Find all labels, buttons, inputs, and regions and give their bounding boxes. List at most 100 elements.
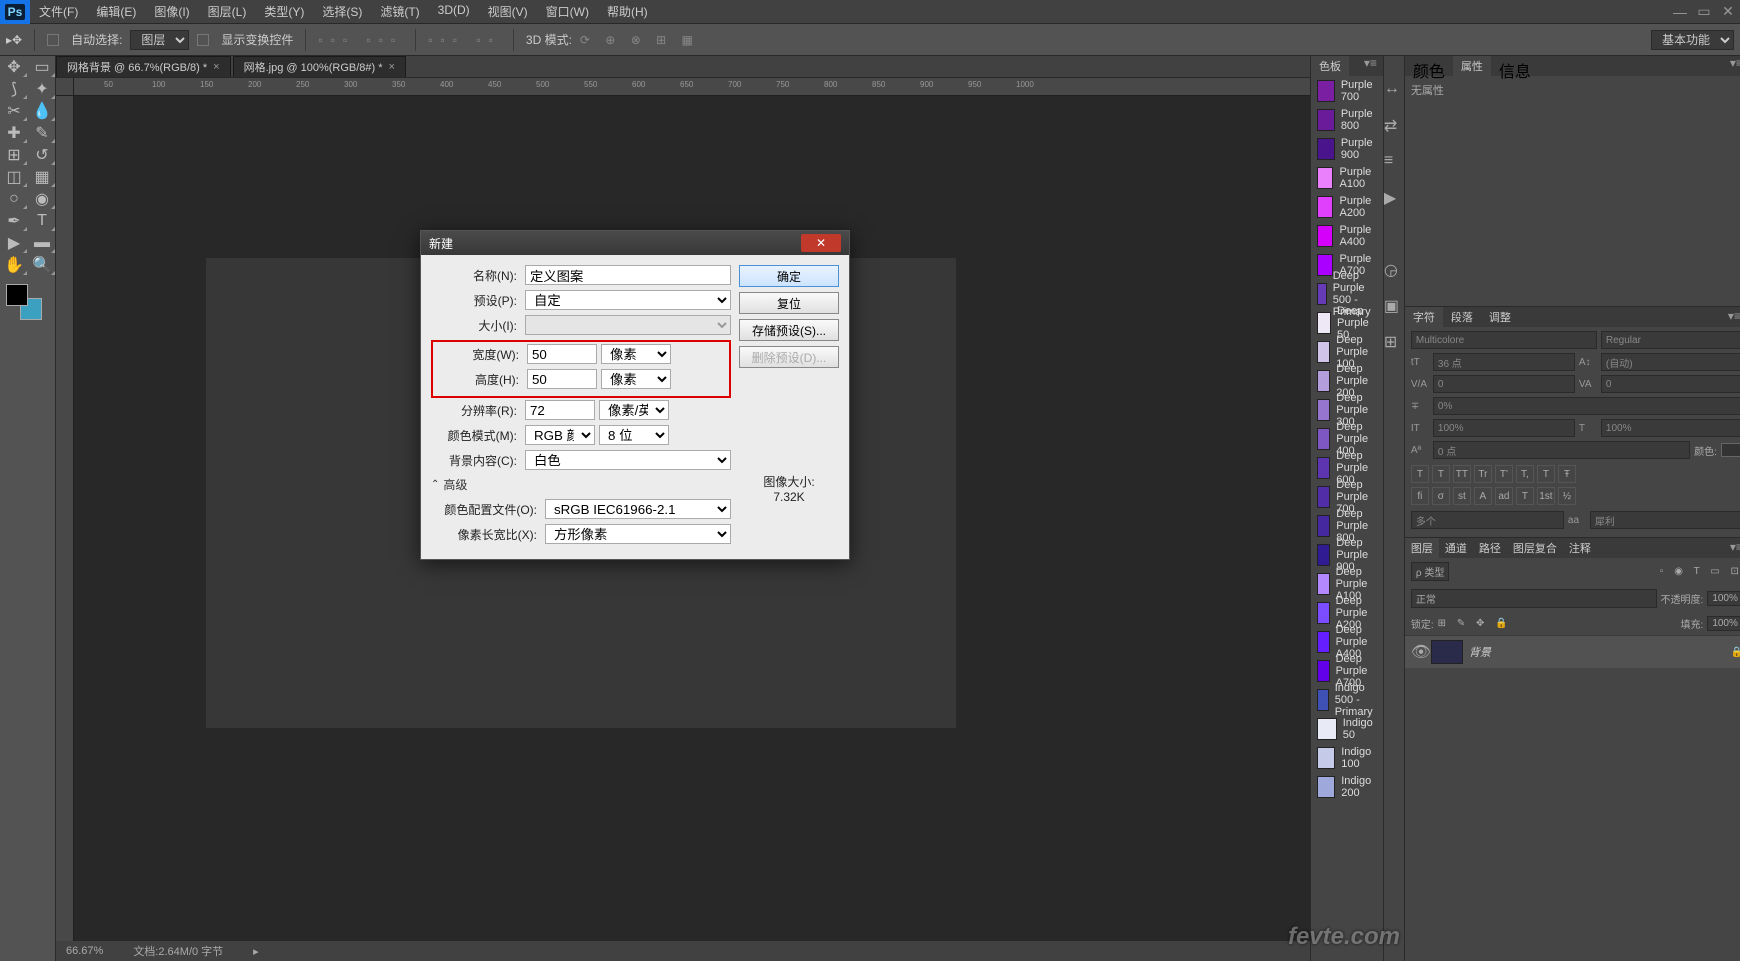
doc-size[interactable]: 文档:2.64M/0 字节: [133, 943, 223, 959]
aa-method-select[interactable]: [1590, 511, 1740, 529]
maximize-button[interactable]: ▭: [1692, 0, 1716, 24]
lasso-tool[interactable]: ⟆: [0, 78, 28, 100]
foreground-color[interactable]: [6, 284, 28, 306]
color-mode-select[interactable]: RGB 颜色: [525, 425, 595, 445]
opentype-button[interactable]: ½: [1558, 487, 1576, 505]
menu-item[interactable]: 文件(F): [30, 3, 87, 20]
minimize-button[interactable]: —: [1668, 0, 1692, 24]
preset-select[interactable]: 自定: [525, 290, 731, 310]
grid-icon[interactable]: ⊞: [1384, 332, 1404, 352]
tab-close-icon[interactable]: ×: [213, 61, 219, 73]
swatch-item[interactable]: Purple 700: [1311, 76, 1383, 105]
layers-panel-tab[interactable]: 注释: [1563, 538, 1597, 558]
opentype-button[interactable]: 1st: [1537, 487, 1555, 505]
info-tab[interactable]: 信息: [1491, 56, 1539, 76]
height-unit-select[interactable]: 像素: [601, 369, 671, 389]
auto-select-checkbox[interactable]: [47, 34, 59, 46]
layer-row[interactable]: 👁 背景 🔒: [1405, 635, 1740, 668]
text-style-button[interactable]: T: [1537, 465, 1555, 483]
horizontal-ruler[interactable]: 5010015020025030035040045050055060065070…: [74, 78, 1310, 96]
dialog-close-button[interactable]: ✕: [801, 234, 841, 252]
ruler-origin[interactable]: [56, 78, 74, 96]
tracking-input[interactable]: [1601, 375, 1740, 393]
color-swatches[interactable]: [6, 284, 42, 320]
opentype-button[interactable]: σ: [1432, 487, 1450, 505]
width-input[interactable]: [1601, 419, 1740, 437]
swatch-item[interactable]: Indigo 50: [1311, 714, 1383, 743]
play-icon[interactable]: ▶: [1384, 188, 1404, 208]
swatch-item[interactable]: Purple 900: [1311, 134, 1383, 163]
height-input[interactable]: [527, 369, 597, 389]
swatch-item[interactable]: Indigo 500 - Primary: [1311, 685, 1383, 714]
char-menu-icon[interactable]: ▾≡: [1720, 307, 1740, 327]
opentype-button[interactable]: st: [1453, 487, 1471, 505]
aa-lang-select[interactable]: [1411, 511, 1564, 529]
align-icons[interactable]: ▫▫▫ ▫▫▫: [318, 33, 403, 47]
text-style-button[interactable]: T: [1411, 465, 1429, 483]
font-size-input[interactable]: [1433, 353, 1575, 371]
shape-tool[interactable]: ▬: [28, 232, 56, 254]
zoom-tool[interactable]: 🔍: [28, 254, 56, 276]
baseline-input[interactable]: [1433, 441, 1690, 459]
document-tab[interactable]: 网格背景 @ 66.7%(RGB/8) *×: [56, 56, 231, 77]
advanced-toggle[interactable]: ⌃ 高级: [431, 476, 731, 493]
document-tab[interactable]: 网格.jpg @ 100%(RGB/8#) *×: [233, 56, 406, 77]
eraser-tool[interactable]: ◫: [0, 166, 28, 188]
eyedropper-tool[interactable]: 💧: [28, 100, 56, 122]
pen-tool[interactable]: ✒: [0, 210, 28, 232]
menu-item[interactable]: 类型(Y): [255, 3, 313, 20]
color-profile-select[interactable]: sRGB IEC61966-2.1: [545, 499, 731, 519]
hand-tool[interactable]: ✋: [0, 254, 28, 276]
menu-item[interactable]: 视图(V): [479, 3, 537, 20]
text-style-button[interactable]: Tr: [1474, 465, 1492, 483]
dodge-tool[interactable]: ◉: [28, 188, 56, 210]
zoom-level[interactable]: 66.67%: [66, 945, 103, 957]
text-style-button[interactable]: T: [1432, 465, 1450, 483]
gradient-tool[interactable]: ▦: [28, 166, 56, 188]
layers-panel-tab[interactable]: 路径: [1473, 538, 1507, 558]
dialog-titlebar[interactable]: 新建 ✕: [421, 231, 849, 255]
text-style-button[interactable]: T': [1495, 465, 1513, 483]
leading-input[interactable]: [1601, 353, 1740, 371]
save-preset-button[interactable]: 存储预设(S)...: [739, 319, 839, 341]
text-style-button[interactable]: TT: [1453, 465, 1471, 483]
vertical-ruler[interactable]: [56, 96, 74, 941]
text-style-button[interactable]: Ŧ: [1558, 465, 1576, 483]
blur-tool[interactable]: ○: [0, 188, 28, 210]
width-unit-select[interactable]: 像素: [601, 344, 671, 364]
text-color-swatch[interactable]: [1721, 443, 1740, 457]
show-transform-checkbox[interactable]: [197, 34, 209, 46]
layers-panel-tab[interactable]: 图层: [1405, 538, 1439, 558]
opentype-button[interactable]: ad: [1495, 487, 1513, 505]
bit-depth-select[interactable]: 8 位: [599, 425, 669, 445]
fill-input[interactable]: 100%: [1707, 616, 1740, 631]
color-tab[interactable]: 颜色: [1405, 56, 1453, 76]
text-style-button[interactable]: T,: [1516, 465, 1534, 483]
menu-item[interactable]: 编辑(E): [87, 3, 145, 20]
path-select-tool[interactable]: ▶: [0, 232, 28, 254]
move-tool[interactable]: ✥: [0, 56, 28, 78]
menu-item[interactable]: 选择(S): [313, 3, 371, 20]
brush-tool[interactable]: ✎: [28, 122, 56, 144]
distribute-icons[interactable]: ▫▫▫ ▫▫: [428, 33, 501, 47]
workspace-select[interactable]: 基本功能: [1651, 30, 1734, 50]
height-input[interactable]: [1433, 419, 1575, 437]
swatch-item[interactable]: Purple A100: [1311, 163, 1383, 192]
tab-close-icon[interactable]: ×: [389, 61, 395, 73]
status-arrow-icon[interactable]: ▸: [253, 945, 259, 958]
marquee-tool[interactable]: ▭: [28, 56, 56, 78]
opentype-button[interactable]: A: [1474, 487, 1492, 505]
opacity-input[interactable]: 100%: [1707, 591, 1740, 606]
close-button[interactable]: ✕: [1716, 0, 1740, 24]
pixel-aspect-select[interactable]: 方形像素: [545, 524, 731, 544]
swatch-item[interactable]: Purple 800: [1311, 105, 1383, 134]
menu-item[interactable]: 滤镜(T): [371, 3, 428, 20]
menu-item[interactable]: 3D(D): [429, 3, 479, 20]
lock-icons[interactable]: ⊞ ✎ ✥ 🔒: [1438, 618, 1512, 629]
adjustments-tab[interactable]: 调整: [1481, 307, 1519, 327]
name-input[interactable]: [525, 265, 731, 285]
opentype-button[interactable]: fi: [1411, 487, 1429, 505]
stamp-tool[interactable]: ⊞: [0, 144, 28, 166]
panel-menu-icon[interactable]: ▾≡: [1724, 56, 1740, 76]
layers-panel-tab[interactable]: 图层复合: [1507, 538, 1563, 558]
